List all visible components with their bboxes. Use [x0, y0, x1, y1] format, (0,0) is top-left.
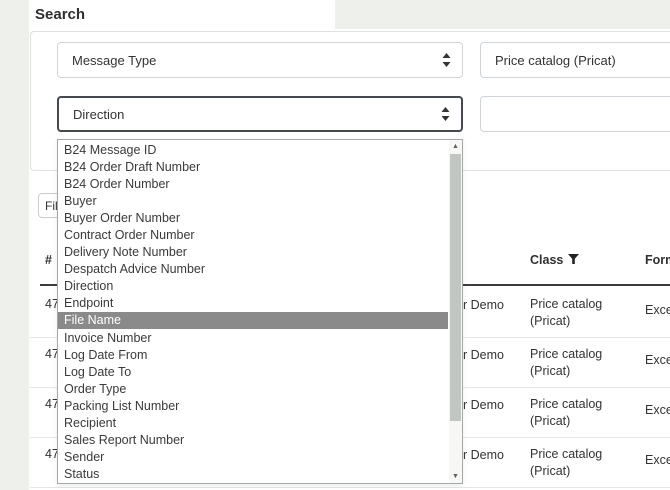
- dropdown-option[interactable]: Endpoint: [58, 295, 448, 312]
- page-left-gutter: [0, 0, 29, 490]
- dropdown-option[interactable]: Direction: [58, 278, 448, 295]
- dropdown-option[interactable]: Invoice Number: [58, 329, 448, 346]
- message-type-select[interactable]: Message Type: [57, 42, 463, 78]
- dropdown-option[interactable]: Recipient: [58, 415, 448, 432]
- dropdown-option[interactable]: B24 Order Number: [58, 175, 448, 192]
- page-top-band: [335, 0, 670, 29]
- message-class-select[interactable]: Price catalog (Pricat): [480, 42, 670, 78]
- dropdown-option[interactable]: B24 Order Draft Number: [58, 158, 448, 175]
- dropdown-option[interactable]: Buyer: [58, 192, 448, 209]
- row-class: Price catalog (Pricat): [530, 397, 603, 428]
- dropdown-option[interactable]: Order Type: [58, 380, 448, 397]
- page-title: Search: [35, 6, 86, 23]
- dropdown-option[interactable]: Delivery Note Number: [58, 244, 448, 261]
- message-class-select-value: Price catalog (Pricat): [495, 52, 616, 68]
- row-class: Price catalog (Pricat): [530, 347, 603, 378]
- dropdown-option[interactable]: Packing List Number: [58, 397, 448, 414]
- search-field-select-value: Direction: [73, 106, 125, 122]
- row-format: Excel: [645, 403, 670, 417]
- dropdown-scrollbar[interactable]: ▲ ▼: [449, 140, 462, 483]
- updown-arrows-icon: [441, 107, 450, 121]
- dropdown-option[interactable]: Contract Order Number: [58, 226, 448, 243]
- dropdown-option[interactable]: Buyer Order Number: [58, 209, 448, 226]
- message-type-select-value: Message Type: [72, 52, 157, 68]
- column-header-format[interactable]: Format: [645, 253, 670, 267]
- dropdown-options: B24 Message ID B24 Order Draft Number B2…: [58, 141, 448, 482]
- dropdown-option-highlighted[interactable]: File Name: [58, 311, 448, 330]
- row-format: Excel: [645, 353, 670, 367]
- search-field-select[interactable]: Direction: [57, 96, 463, 132]
- scrollbar-thumb[interactable]: [450, 154, 461, 421]
- column-header-id[interactable]: #: [45, 253, 52, 267]
- dropdown-option[interactable]: B24 Message ID: [58, 141, 448, 158]
- row-format: Excel: [645, 303, 670, 317]
- dropdown-option[interactable]: Sender: [58, 449, 448, 466]
- row-class: Price catalog (Pricat): [530, 447, 603, 478]
- screen: Search Message Type Price catalog (Prica…: [0, 0, 670, 490]
- scroll-down-icon[interactable]: ▼: [449, 470, 462, 483]
- dropdown-option[interactable]: Log Date From: [58, 346, 448, 363]
- dropdown-option[interactable]: Sales Report Number: [58, 432, 448, 449]
- filter-funnel-icon[interactable]: [568, 253, 580, 267]
- updown-arrows-icon: [442, 53, 451, 67]
- column-header-class[interactable]: Class: [530, 253, 580, 267]
- scroll-up-icon[interactable]: ▲: [449, 140, 462, 153]
- row-class: Price catalog (Pricat): [530, 297, 603, 328]
- dropdown-option[interactable]: Despatch Advice Number: [58, 261, 448, 278]
- search-value-input[interactable]: [480, 96, 670, 132]
- search-field-dropdown: B24 Message ID B24 Order Draft Number B2…: [57, 139, 463, 484]
- dropdown-option[interactable]: Status: [58, 466, 448, 483]
- dropdown-option[interactable]: Log Date To: [58, 363, 448, 380]
- row-format: Excel: [645, 453, 670, 467]
- column-header-class-label: Class: [530, 253, 564, 267]
